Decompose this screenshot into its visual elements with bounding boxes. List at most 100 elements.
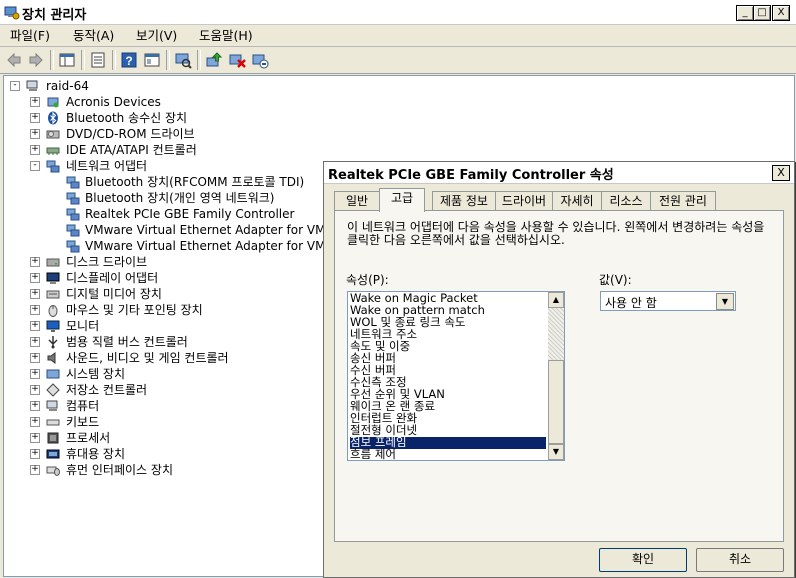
tab-driver[interactable]: 드라이버 (495, 191, 553, 211)
property-list[interactable]: Wake on Magic Packet Wake on pattern mat… (347, 291, 565, 461)
scan-hardware-icon[interactable] (174, 51, 192, 69)
tab-resources[interactable]: 리소스 (601, 191, 651, 211)
expand-icon[interactable]: + (30, 369, 40, 379)
tab-product-info[interactable]: 제품 정보 (432, 191, 496, 211)
tree-root[interactable]: - raid-64 (10, 78, 210, 94)
expand-icon[interactable]: + (30, 129, 40, 139)
expand-icon[interactable]: + (30, 321, 40, 331)
tree-category[interactable]: + 디스플레이 어댑터 (30, 270, 330, 286)
tree-category[interactable]: + 범용 직렬 버스 컨트롤러 (30, 334, 330, 350)
tree-device-label: Realtek PCIe GBE Family Controller (85, 207, 295, 221)
property-label: 속성(P): (346, 273, 389, 287)
tree-category[interactable]: + Bluetooth 송수신 장치 (30, 110, 330, 126)
expand-icon[interactable]: + (30, 273, 40, 283)
tree-category[interactable]: + 디스크 드라이브 (30, 254, 330, 270)
collapse-expander-icon[interactable]: - (30, 161, 40, 171)
value-selected-text: 사용 안 함 (605, 296, 657, 310)
tree-category-label: 디지털 미디어 장치 (66, 287, 162, 301)
tree-category-label: 사운드, 비디오 및 게임 컨트롤러 (66, 351, 229, 365)
ok-button[interactable]: 확인 (599, 548, 687, 572)
network-adapter-icon (46, 160, 60, 173)
maximize-button[interactable]: □ (753, 5, 771, 21)
view-icon[interactable] (143, 51, 161, 69)
expand-icon[interactable]: + (30, 417, 40, 427)
value-label: 값(V): (599, 273, 632, 287)
tree-category[interactable]: + 모니터 (30, 318, 330, 334)
value-dropdown[interactable]: 사용 안 함 ▼ (600, 291, 736, 311)
scroll-up-icon[interactable]: ▲ (548, 292, 564, 308)
tree-device[interactable]: Bluetooth 장치(RFCOMM 프로토콜 TDI) (66, 174, 366, 190)
tree-device[interactable]: Bluetooth 장치(개인 영역 네트워크) (66, 190, 366, 206)
tree-category[interactable]: + Acronis Devices (30, 94, 330, 110)
back-icon[interactable] (5, 51, 23, 69)
tree-category[interactable]: + 디지털 미디어 장치 (30, 286, 330, 302)
expand-icon[interactable]: + (30, 113, 40, 123)
tab-general[interactable]: 일반 (334, 191, 380, 211)
expand-icon[interactable]: + (30, 289, 40, 299)
dialog-close-button[interactable]: X (772, 165, 790, 181)
usb-controller-icon (48, 336, 58, 349)
tree-device[interactable]: Realtek PCIe GBE Family Controller (66, 206, 366, 222)
menu-help[interactable]: 도움말(H) (199, 27, 253, 44)
tree-category[interactable]: + 마우스 및 기타 포인팅 장치 (30, 302, 330, 318)
tree-category[interactable]: + 휴대용 장치 (30, 446, 330, 462)
expand-icon[interactable]: + (30, 353, 40, 363)
tab-power-management[interactable]: 전원 관리 (650, 191, 716, 211)
dialog-title-bar[interactable]: Realtek PCIe GBE Family Controller 속성 X (324, 162, 794, 184)
tab-details[interactable]: 자세히 (552, 191, 602, 211)
tree-device[interactable]: VMware Virtual Ethernet Adapter for VMne (66, 222, 324, 238)
expand-icon[interactable]: + (30, 433, 40, 443)
network-adapter-icon (66, 208, 80, 221)
tree-category[interactable]: + 휴먼 인터페이스 장치 (30, 462, 330, 478)
properties-icon[interactable] (89, 51, 107, 69)
expand-icon[interactable]: + (30, 465, 40, 475)
menu-view[interactable]: 보기(V) (136, 27, 177, 44)
menu-action[interactable]: 동작(A) (73, 27, 114, 44)
tab-advanced[interactable]: 고급 (379, 188, 425, 212)
menu-file[interactable]: 파일(F) (10, 27, 50, 44)
scroll-down-icon[interactable]: ▼ (548, 444, 564, 460)
disable-icon[interactable] (251, 51, 269, 69)
expand-icon[interactable]: + (30, 257, 40, 267)
tree-category-label: Acronis Devices (66, 95, 161, 109)
tree-category[interactable]: + 키보드 (30, 414, 330, 430)
close-button[interactable]: X (772, 5, 790, 21)
title-bar[interactable]: 장치 관리자 _ □ X (0, 0, 796, 25)
chevron-down-icon[interactable]: ▼ (716, 293, 734, 310)
hid-icon (46, 466, 60, 476)
help-icon[interactable]: ? (120, 51, 138, 69)
expand-icon[interactable]: + (30, 401, 40, 411)
tree-category[interactable]: + 사운드, 비디오 및 게임 컨트롤러 (30, 350, 330, 366)
expand-icon[interactable]: + (30, 385, 40, 395)
tree-category[interactable]: + 컴퓨터 (30, 398, 330, 414)
expand-icon[interactable]: + (30, 145, 40, 155)
toolbar-separator (112, 50, 116, 70)
tree-category-label: IDE ATA/ATAPI 컨트롤러 (66, 143, 197, 157)
forward-icon[interactable] (27, 51, 45, 69)
scrollbar-thumb[interactable] (548, 360, 564, 444)
tree-category[interactable]: + 시스템 장치 (30, 366, 330, 382)
uninstall-icon[interactable] (228, 51, 246, 69)
cancel-button[interactable]: 취소 (696, 548, 784, 572)
collapse-expander-icon[interactable]: - (10, 81, 20, 91)
minimize-button[interactable]: _ (736, 5, 754, 21)
tree-category[interactable]: + 저장소 컨트롤러 (30, 382, 330, 398)
tree-device[interactable]: VMware Virtual Ethernet Adapter for VMne (66, 238, 324, 254)
expand-icon[interactable]: + (30, 449, 40, 459)
property-list-scrollbar[interactable]: ▲ ▼ (548, 292, 564, 460)
list-item[interactable]: 흐름 제어 (350, 448, 546, 460)
maximize-icon: □ (757, 7, 767, 18)
mouse-icon (48, 305, 58, 317)
tree-category-network-adapters[interactable]: - 네트워크 어댑터 (30, 158, 330, 174)
up-view-icon[interactable] (58, 51, 76, 69)
expand-icon[interactable]: + (30, 305, 40, 315)
tree-category[interactable]: + DVD/CD-ROM 드라이브 (30, 126, 330, 142)
expand-icon[interactable]: + (30, 337, 40, 347)
tree-category[interactable]: + IDE ATA/ATAPI 컨트롤러 (30, 142, 330, 158)
svg-text:?: ? (125, 54, 132, 68)
scrollbar-track[interactable] (548, 308, 564, 360)
window-title: 장치 관리자 (22, 8, 87, 23)
tree-category[interactable]: + 프로세서 (30, 430, 330, 446)
update-driver-icon[interactable] (205, 51, 223, 69)
expand-icon[interactable]: + (30, 97, 40, 107)
